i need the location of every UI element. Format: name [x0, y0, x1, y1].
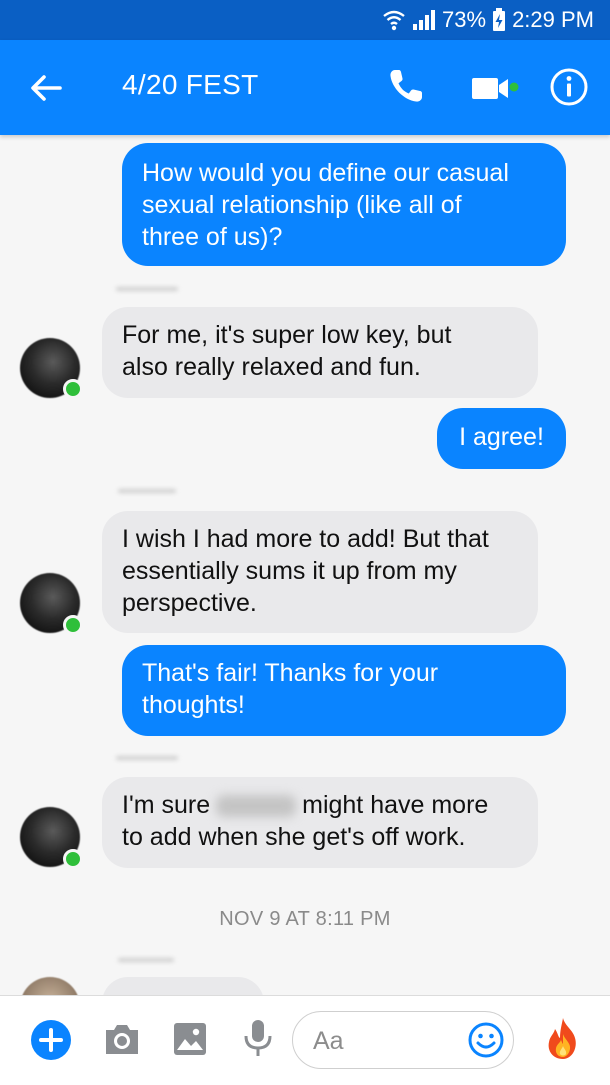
outgoing-message[interactable]: I agree! — [437, 408, 566, 469]
message-line: I agree! — [459, 423, 544, 451]
status-bar: 73% 2:29 PM — [0, 0, 610, 40]
camera-icon — [106, 1025, 138, 1054]
outgoing-message[interactable]: That's fair! Thanks for your thoughts! — [122, 645, 566, 736]
chat-header: 4/20 FEST — [0, 40, 610, 135]
message-list[interactable]: How would you define our casual sexual r… — [0, 135, 610, 995]
message-line: How would you define our casual — [142, 159, 509, 187]
battery-charging-icon — [493, 8, 506, 31]
video-camera-icon — [472, 78, 519, 99]
message-line: I'm sure might have more — [122, 789, 518, 821]
incoming-message[interactable]: I wish I had more to add! But that essen… — [102, 511, 538, 633]
wifi-icon — [383, 10, 405, 31]
message-input-field[interactable] — [292, 1011, 514, 1069]
fire-icon — [548, 1018, 576, 1059]
message-line: also really relaxed and fun. — [122, 353, 421, 381]
timestamp-divider: NOV 9 AT 8:11 PM — [219, 908, 391, 930]
emoji-icon — [468, 1022, 504, 1058]
microphone-icon — [244, 1020, 272, 1056]
gallery-button[interactable] — [172, 1021, 208, 1062]
conversation-title[interactable]: 4/20 FEST — [122, 69, 259, 101]
read-receipt-blurred — [116, 287, 178, 291]
clock: 2:29 PM — [512, 7, 594, 32]
reaction-button[interactable] — [543, 1016, 583, 1067]
read-receipt-blurred — [118, 489, 176, 493]
message-text: I'm sure — [122, 791, 211, 819]
camera-button[interactable] — [103, 1021, 141, 1062]
message-line: I wish I had more to add! But that — [122, 525, 489, 553]
incoming-message[interactable]: For me, it's super low key, but also rea… — [102, 307, 538, 398]
message-line: to add when she get's off work. — [122, 823, 466, 851]
conversation-info-button[interactable] — [548, 66, 590, 108]
battery-percent: 73% — [442, 7, 487, 32]
video-call-button[interactable] — [468, 70, 524, 106]
voice-clip-button[interactable] — [242, 1018, 274, 1065]
message-line: That's fair! Thanks for your — [142, 659, 439, 687]
message-input[interactable] — [311, 1024, 465, 1058]
avatar[interactable] — [20, 977, 80, 995]
signal-icon — [413, 10, 436, 30]
read-receipt-blurred — [118, 958, 174, 962]
incoming-message[interactable]: I'm sure might have more to add when she … — [102, 777, 538, 868]
message-line: thoughts! — [142, 691, 245, 719]
online-indicator — [63, 615, 83, 635]
status-icons: 73% 2:29 PM — [382, 5, 594, 35]
plus-icon — [31, 1020, 71, 1060]
phone-icon — [390, 70, 422, 102]
message-text: might have more — [302, 791, 489, 819]
back-button[interactable] — [28, 70, 68, 106]
redacted-name — [216, 795, 297, 818]
back-arrow-icon — [31, 75, 62, 101]
online-indicator — [63, 379, 83, 399]
emoji-button[interactable] — [467, 1021, 505, 1064]
message-line: perspective. — [122, 589, 257, 617]
gallery-icon — [174, 1023, 206, 1055]
info-icon — [550, 68, 588, 106]
message-line: essentially sums it up from my — [122, 557, 457, 585]
voice-call-button[interactable] — [386, 66, 426, 106]
read-receipt-blurred — [116, 756, 178, 760]
message-line: For me, it's super low key, but — [122, 321, 452, 349]
more-actions-button[interactable] — [30, 1019, 72, 1066]
incoming-message-partial[interactable] — [102, 977, 264, 995]
message-line: sexual relationship (like all of — [142, 191, 462, 219]
outgoing-message[interactable]: How would you define our casual sexual r… — [122, 143, 566, 266]
online-indicator — [63, 849, 83, 869]
message-line: three of us)? — [142, 223, 283, 251]
composer-bar — [0, 995, 610, 1085]
